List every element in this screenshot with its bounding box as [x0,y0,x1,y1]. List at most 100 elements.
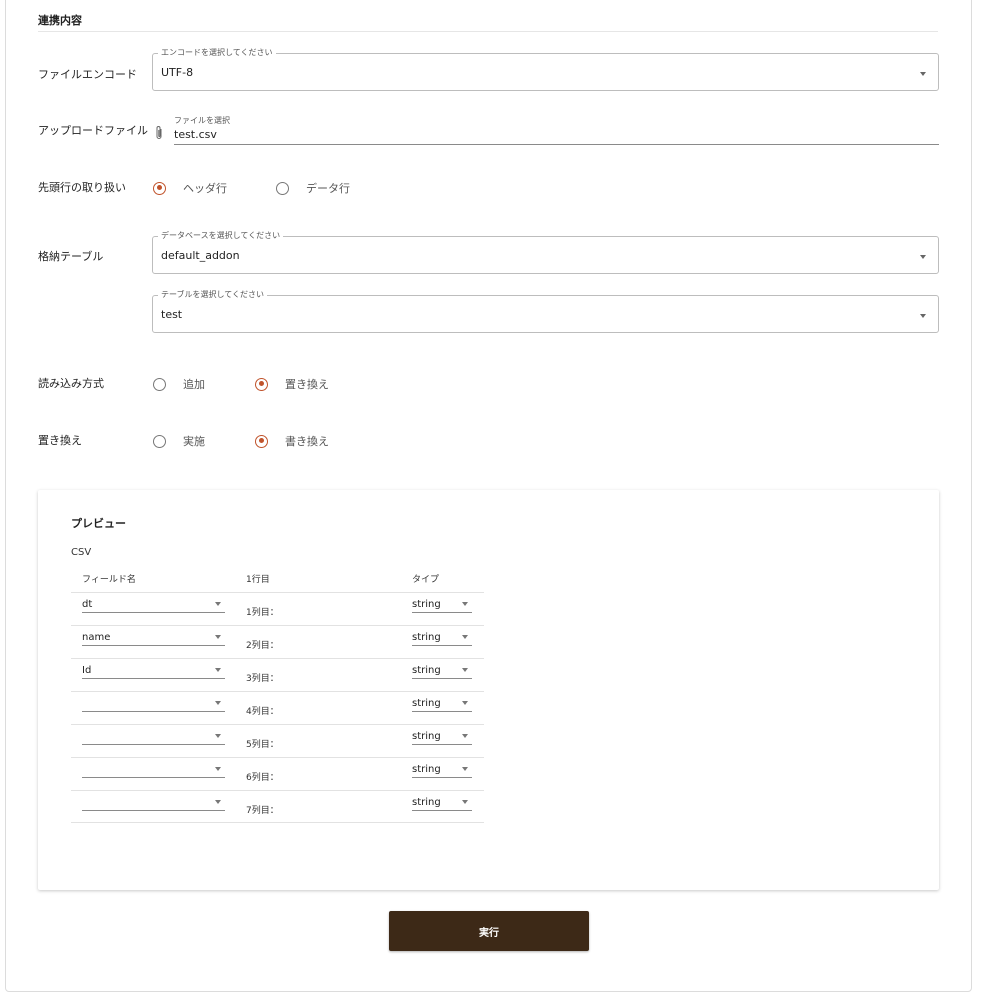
load-mode-label: 読み込み方式 [38,377,104,390]
chevron-down-icon [462,602,468,606]
chevron-down-icon [215,701,221,705]
radio-label: 置き換え [285,378,329,391]
field-name-select[interactable]: Id [82,665,225,679]
radio-append[interactable]: 追加 [153,376,205,392]
chevron-down-icon [920,255,926,259]
table-row: 6列目： string [71,757,484,790]
chevron-down-icon [462,635,468,639]
type-select[interactable]: string [412,632,472,646]
preview-panel: プレビュー CSV フィールド名 1行目 タイプ dt 1列目： string … [38,490,939,890]
field-name-select[interactable] [82,698,225,712]
column-label: 6列目： [246,773,279,783]
field-name-select[interactable]: name [82,632,225,646]
chevron-down-icon [462,800,468,804]
execute-button[interactable]: 実行 [389,911,589,951]
radio-unchecked-icon [276,181,289,195]
header-row-label: 先頭行の取り扱い [38,181,126,194]
table-label: 格納テーブル [38,250,104,263]
chevron-down-icon [920,314,926,318]
chevron-down-icon [215,668,221,672]
section-divider [38,31,938,32]
radio-header-row[interactable]: ヘッダ行 [153,180,227,196]
column-header-first-row: 1行目 [246,575,270,585]
preview-subtitle: CSV [71,547,92,558]
radio-execute[interactable]: 実施 [153,433,205,449]
column-header-field: フィールド名 [82,575,136,585]
column-header-type: タイプ [412,575,440,585]
radio-label: データ行 [306,182,350,195]
field-name-select[interactable] [82,764,225,778]
type-select[interactable]: string [412,698,472,712]
field-name-select[interactable]: dt [82,599,225,613]
table-row: dt 1列目： string [71,592,484,625]
radio-unchecked-icon [153,434,166,448]
field-name-select[interactable] [82,731,225,745]
column-label: 3列目： [246,674,279,684]
file-underline [174,144,939,145]
table-value: test [161,308,183,321]
chevron-down-icon [462,668,468,672]
chevron-down-icon [215,800,221,804]
column-label: 2列目： [246,641,279,651]
replace-label: 置き換え [38,434,82,447]
type-select[interactable]: string [412,599,472,613]
radio-checked-icon [255,377,268,391]
upload-label: アップロードファイル [38,124,148,137]
radio-checked-icon [153,181,166,195]
type-value: string [412,665,441,676]
chevron-down-icon [462,734,468,738]
database-select[interactable]: データベースを選択してください default_addon [152,231,939,274]
encode-legend: エンコードを選択してください [158,48,276,58]
column-label: 7列目： [246,806,279,816]
encode-label: ファイルエンコード [38,68,137,81]
field-name-select[interactable] [82,797,225,811]
file-field-value: test.csv [174,128,217,141]
type-select[interactable]: string [412,764,472,778]
preview-title: プレビュー [71,517,126,530]
radio-checked-icon [255,434,268,448]
chevron-down-icon [215,734,221,738]
field-name-value: Id [82,665,92,676]
type-value: string [412,698,441,709]
type-value: string [412,764,441,775]
chevron-down-icon [215,602,221,606]
radio-replace[interactable]: 置き換え [255,376,329,392]
radio-label: 追加 [183,378,205,391]
table-row: 4列目： string [71,691,484,724]
column-label: 4列目： [246,707,279,717]
column-label: 5列目： [246,740,279,750]
radio-rewrite[interactable]: 書き換え [255,433,329,449]
radio-unchecked-icon [153,377,166,391]
encode-value: UTF-8 [161,66,194,79]
radio-data-row[interactable]: データ行 [276,180,350,196]
type-value: string [412,797,441,808]
type-value: string [412,599,441,610]
type-select[interactable]: string [412,665,472,679]
table-row: name 2列目： string [71,625,484,658]
column-label: 1列目： [246,608,279,618]
database-legend: データベースを選択してください [158,231,284,241]
paperclip-icon[interactable] [154,125,164,141]
type-select[interactable]: string [412,731,472,745]
type-select[interactable]: string [412,797,472,811]
file-field-label: ファイルを選択 [174,116,230,125]
chevron-down-icon [462,767,468,771]
chevron-down-icon [215,635,221,639]
type-value: string [412,731,441,742]
database-value: default_addon [161,249,240,262]
field-name-value: dt [82,599,93,610]
encode-select[interactable]: エンコードを選択してください UTF-8 [152,48,939,91]
table-row: 5列目： string [71,724,484,757]
radio-label: ヘッダ行 [183,182,227,195]
radio-label: 書き換え [285,435,329,448]
table-row: 7列目： string [71,790,484,823]
chevron-down-icon [920,72,926,76]
table-select[interactable]: テーブルを選択してください test [152,290,939,333]
file-input[interactable]: ファイルを選択 test.csv [152,113,939,145]
field-name-value: name [82,632,111,643]
table-row: Id 3列目： string [71,658,484,691]
chevron-down-icon [462,701,468,705]
chevron-down-icon [215,767,221,771]
radio-label: 実施 [183,435,205,448]
section-title: 連携内容 [38,14,82,27]
